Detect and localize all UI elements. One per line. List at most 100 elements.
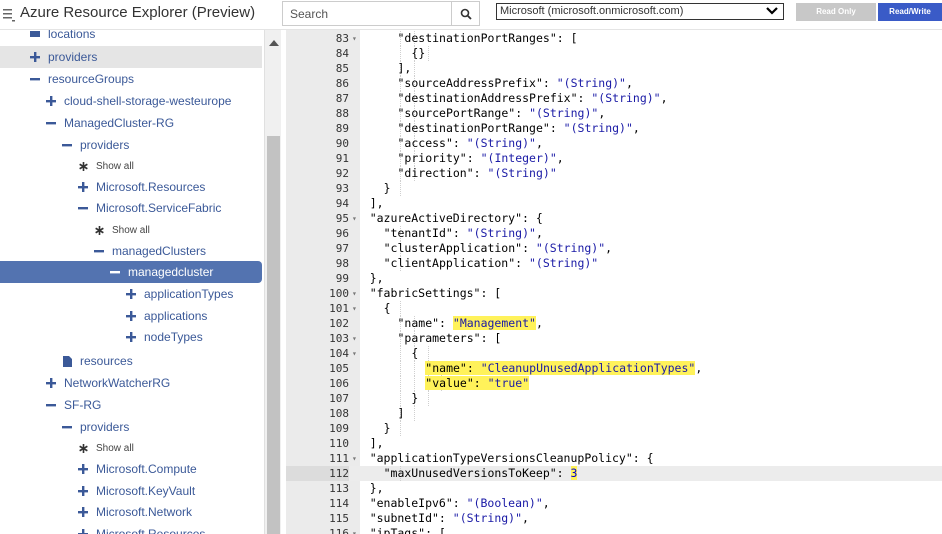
tree-item[interactable]: ManagedCluster-RG [0, 112, 262, 134]
code-token: {} [411, 46, 426, 60]
tree-item[interactable]: applicationTypes [0, 283, 262, 305]
code-line[interactable]: 106 "value": "true" [286, 376, 942, 391]
code-line[interactable]: 83 ▾ "destinationPortRanges": [ [286, 31, 942, 46]
tree-scrollbar[interactable] [264, 30, 281, 534]
code-line[interactable]: 88 "sourcePortRange": "(String)", [286, 106, 942, 121]
collapse-minus-icon[interactable] [76, 203, 90, 213]
expand-plus-icon[interactable] [124, 311, 138, 321]
fold-toggle-icon[interactable]: ▾ [352, 301, 360, 316]
tree-item[interactable]: Microsoft.Compute [0, 458, 262, 480]
tree-scrollbar-thumb[interactable] [267, 136, 280, 534]
expand-plus-icon[interactable] [44, 378, 58, 388]
search-button[interactable] [451, 2, 479, 25]
code-line[interactable]: 115 "subnetId": "(String)", [286, 511, 942, 526]
code-line[interactable]: 114 "enableIpv6": "(Boolean)", [286, 496, 942, 511]
app-title: Azure Resource Explorer (Preview) [20, 4, 256, 21]
code-line[interactable]: 90 "access": "(String)", [286, 136, 942, 151]
expand-plus-icon[interactable] [44, 96, 58, 106]
search-input[interactable] [283, 2, 451, 25]
code-line[interactable]: 102 "name": "Management", [286, 316, 942, 331]
expand-plus-icon[interactable] [76, 507, 90, 517]
tree-item[interactable]: providers [0, 416, 262, 438]
code-line[interactable]: 112 "maxUnusedVersionsToKeep": 3 [286, 466, 942, 481]
expand-plus-icon[interactable] [76, 529, 90, 534]
tree-item[interactable]: locations [0, 30, 262, 45]
tree-item[interactable]: Microsoft.Resources [0, 176, 262, 198]
expand-plus-icon[interactable] [76, 486, 90, 496]
fold-toggle-icon[interactable]: ▾ [352, 526, 360, 534]
code-line[interactable]: 104 ▾ { [286, 346, 942, 361]
code-line[interactable]: 95 ▾ "azureActiveDirectory": { [286, 211, 942, 226]
tree-item[interactable]: cloud-shell-storage-westeurope [0, 90, 262, 112]
tree-item[interactable]: nodeTypes [0, 326, 262, 348]
tree-item[interactable]: providers [0, 46, 262, 68]
code-line[interactable]: 96 "tenantId": "(String)", [286, 226, 942, 241]
expand-plus-icon[interactable] [124, 289, 138, 299]
code-line[interactable]: 99}, [286, 271, 942, 286]
tree-item[interactable]: Show all [0, 437, 262, 459]
code-line[interactable]: 85], [286, 61, 942, 76]
code-token: } [411, 391, 419, 405]
collapse-minus-icon[interactable] [60, 422, 74, 432]
code-line[interactable]: 100 ▾ "fabricSettings": [ [286, 286, 942, 301]
tree-item[interactable]: SF-RG [0, 394, 262, 416]
tree-item[interactable]: Show all [0, 155, 262, 177]
collapse-minus-icon[interactable] [44, 400, 58, 410]
app-menu-icon[interactable] [2, 7, 16, 23]
tree-item[interactable]: resources [0, 350, 262, 372]
read-only-button[interactable]: Read Only [796, 3, 876, 21]
collapse-minus-icon[interactable] [92, 246, 106, 256]
code-text: ] [398, 406, 405, 421]
fold-toggle-icon[interactable]: ▾ [352, 451, 360, 466]
code-token: , [605, 241, 613, 255]
expand-plus-icon[interactable] [28, 52, 42, 62]
scroll-up-arrow-icon[interactable] [269, 40, 279, 46]
tree-item[interactable]: managedClusters [0, 240, 262, 262]
tree-item[interactable]: applications [0, 305, 262, 327]
code-line[interactable]: 87 "destinationAddressPrefix": "(String)"… [286, 91, 942, 106]
code-line[interactable]: 109} [286, 421, 942, 436]
code-line[interactable]: 86 "sourceAddressPrefix": "(String)", [286, 76, 942, 91]
collapse-minus-icon[interactable] [108, 267, 122, 277]
tree-item[interactable]: Microsoft.Network [0, 501, 262, 523]
tree-item[interactable]: Microsoft.Resources [0, 523, 262, 534]
code-line[interactable]: 105 "name": "CleanupUnusedApplicationType… [286, 361, 942, 376]
code-line[interactable]: 93} [286, 181, 942, 196]
code-line[interactable]: 89 "destinationPortRange": "(String)", [286, 121, 942, 136]
tree-item[interactable]: Microsoft.KeyVault [0, 480, 262, 502]
code-line[interactable]: 110], [286, 436, 942, 451]
expand-plus-icon[interactable] [76, 182, 90, 192]
tree-item[interactable]: managedcluster [0, 261, 262, 283]
code-line[interactable]: 91 "priority": "(Integer)", [286, 151, 942, 166]
code-line[interactable]: 107} [286, 391, 942, 406]
code-line[interactable]: 103 ▾ "parameters": [ [286, 331, 942, 346]
fold-toggle-icon[interactable]: ▾ [352, 31, 360, 46]
code-line[interactable]: 113}, [286, 481, 942, 496]
fold-toggle-icon[interactable]: ▾ [352, 211, 360, 226]
code-line[interactable]: 108] [286, 406, 942, 421]
code-line[interactable]: 97 "clusterApplication": "(String)", [286, 241, 942, 256]
collapse-minus-icon[interactable] [44, 118, 58, 128]
code-line[interactable]: 98 "clientApplication": "(String)" [286, 256, 942, 271]
tree-item[interactable]: Microsoft.ServiceFabric [0, 197, 262, 219]
expand-plus-icon[interactable] [76, 464, 90, 474]
tree-item[interactable]: providers [0, 134, 262, 156]
collapse-minus-icon[interactable] [60, 140, 74, 150]
fold-toggle-icon[interactable]: ▾ [352, 286, 360, 301]
tree-item[interactable]: Show all [0, 219, 262, 241]
fold-toggle-icon[interactable]: ▾ [352, 331, 360, 346]
code-line[interactable]: 92 "direction": "(String)" [286, 166, 942, 181]
tree-item[interactable]: resourceGroups [0, 68, 262, 90]
tree-item[interactable]: NetworkWatcherRG [0, 372, 262, 394]
fold-toggle-icon[interactable]: ▾ [352, 346, 360, 361]
code-line[interactable]: 94], [286, 196, 942, 211]
code-line[interactable]: 101 ▾ { [286, 301, 942, 316]
expand-plus-icon[interactable] [124, 332, 138, 342]
tenant-select[interactable]: Microsoft (microsoft.onmicrosoft.com) [496, 3, 784, 20]
collapse-minus-icon[interactable] [28, 74, 42, 84]
json-editor[interactable]: 83 ▾ "destinationPortRanges": [84{} 85], 86 "… [286, 30, 942, 534]
read-write-button[interactable]: Read/Write [878, 3, 942, 21]
code-line[interactable]: 116 ▾ "ipTags": [ [286, 526, 942, 534]
code-line[interactable]: 111 ▾ "applicationTypeVersionsCleanupPolic… [286, 451, 942, 466]
code-line[interactable]: 84 {} [286, 46, 942, 61]
